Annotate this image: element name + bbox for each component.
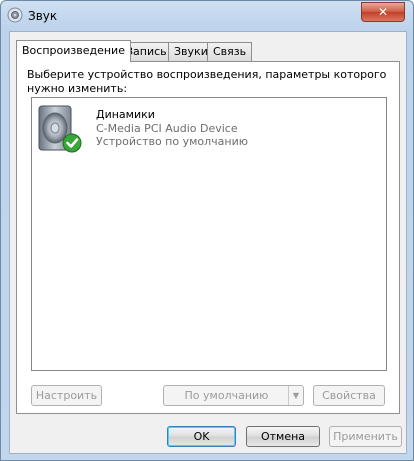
tab-playback[interactable]: Воспроизведение [16,40,131,62]
window-title: Звук [28,9,58,23]
configure-button[interactable]: Настроить [31,385,102,406]
dialog-client-area: Воспроизведение Запись Звуки Связь Выбер… [9,31,407,454]
title-bar[interactable]: Звук ✕ [1,1,413,31]
cancel-button[interactable]: Отмена [246,426,320,447]
close-button[interactable]: ✕ [361,2,405,22]
tab-communications[interactable]: Связь [207,42,253,61]
properties-button[interactable]: Свойства [313,385,385,406]
device-list[interactable]: Динамики C-Media PCI Audio Device Устрой… [31,97,387,371]
set-default-split-button[interactable]: По умолчанию ▼ [163,385,304,406]
device-status: Устройство по умолчанию [96,135,249,148]
ok-button[interactable]: OK [167,426,236,447]
speaker-title-icon [7,7,23,23]
apply-button[interactable]: Применить [329,426,402,447]
device-name: Динамики [96,108,155,121]
sound-dialog-window: Звук ✕ Воспроизведение Запись Звуки Связ… [0,0,414,461]
playback-panel: Выберите устройство воспроизведения, пар… [16,61,400,414]
chevron-down-icon[interactable]: ▼ [288,386,303,405]
set-default-label: По умолчанию [184,389,269,402]
device-description: C-Media PCI Audio Device [96,122,238,135]
instruction-text: Выберите устройство воспроизведения, пар… [27,68,387,95]
device-item-speakers[interactable]: Динамики C-Media PCI Audio Device Устрой… [34,102,374,153]
speaker-default-check-icon [38,105,82,153]
